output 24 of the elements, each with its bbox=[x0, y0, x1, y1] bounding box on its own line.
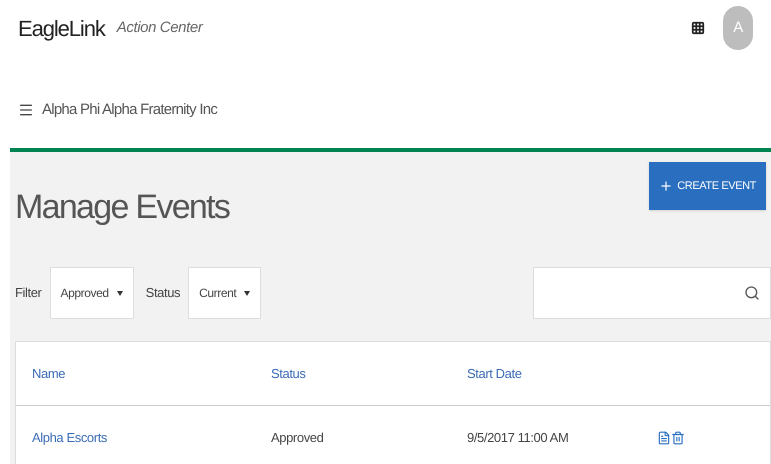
table-cell-text: 9/5/2017 11:00 AM bbox=[467, 429, 570, 448]
search-field[interactable] bbox=[533, 267, 771, 319]
caret-icon bbox=[244, 290, 250, 296]
apps-grid-icon[interactable] bbox=[691, 21, 705, 35]
create-event-button[interactable]: CREATE EVENT bbox=[649, 162, 766, 210]
filter-label: Status bbox=[146, 284, 180, 302]
event-name-link[interactable]: Alpha Escorts bbox=[16, 428, 271, 448]
brand-name: EagleLink bbox=[18, 14, 105, 43]
menu-icon[interactable] bbox=[18, 102, 34, 118]
filter-dropdown[interactable]: Current bbox=[188, 267, 262, 319]
organization-name: Alpha Phi Alpha Fraternity Inc bbox=[42, 100, 218, 120]
column-header[interactable]: Status bbox=[271, 364, 467, 384]
document-icon[interactable] bbox=[657, 430, 671, 446]
plus-icon bbox=[659, 179, 674, 193]
caret-icon bbox=[116, 290, 123, 296]
column-header[interactable]: Name bbox=[16, 364, 271, 384]
column-header[interactable]: Start Date bbox=[467, 364, 647, 384]
filter-label: Filter bbox=[15, 284, 42, 302]
table-cell-text: Approved bbox=[271, 429, 324, 448]
app-subtitle: Action Center bbox=[116, 18, 202, 38]
delete-icon[interactable] bbox=[671, 430, 685, 446]
search-icon bbox=[744, 285, 760, 301]
page-title: Manage Events bbox=[15, 187, 230, 228]
filter-dropdown[interactable]: Approved bbox=[50, 267, 134, 319]
